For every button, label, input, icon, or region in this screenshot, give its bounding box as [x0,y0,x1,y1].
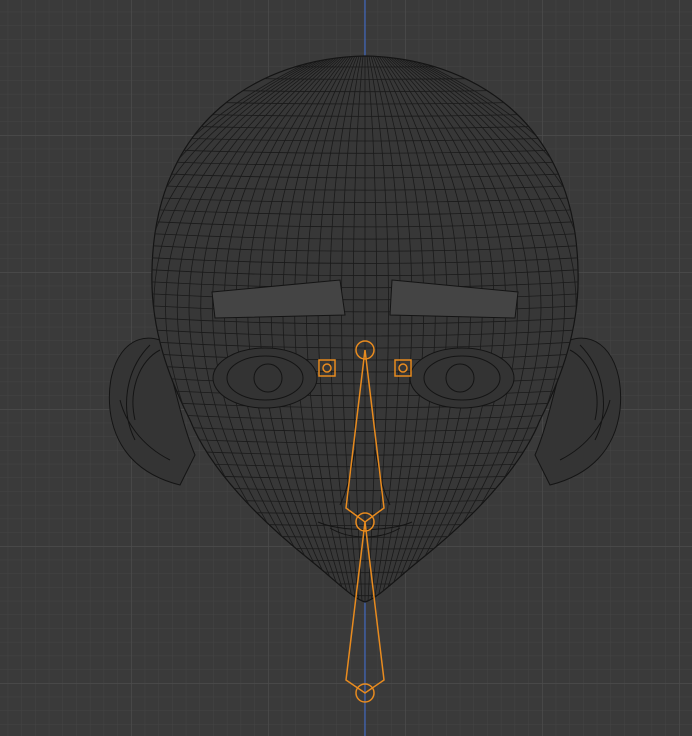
eye-left[interactable] [212,347,318,409]
eye-right[interactable] [409,347,515,409]
3d-viewport[interactable] [0,0,692,736]
